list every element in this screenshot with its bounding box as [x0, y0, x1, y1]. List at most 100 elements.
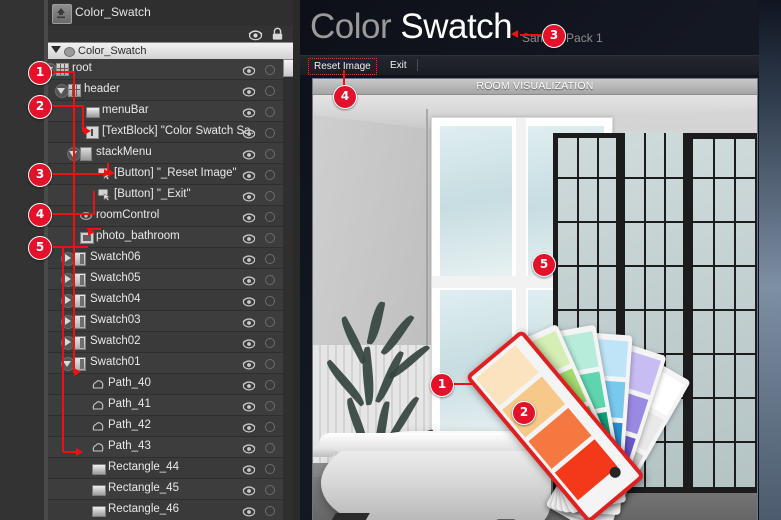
callout-marker-2: 2 [512, 401, 536, 425]
tree-row[interactable]: Path_41 [48, 395, 283, 416]
upload-icon[interactable] [52, 4, 72, 24]
eye-icon[interactable] [242, 420, 256, 438]
tree-row[interactable]: Swatch04 [48, 290, 283, 311]
callout-leader-line [50, 213, 94, 215]
lock-toggle-icon[interactable] [265, 170, 275, 180]
lock-toggle-icon[interactable] [265, 191, 275, 201]
lock-toggle-icon[interactable] [265, 443, 275, 453]
lock-toggle-icon[interactable] [265, 359, 275, 369]
lock-toggle-icon[interactable] [265, 380, 275, 390]
path-icon [92, 399, 104, 411]
lock-toggle-icon[interactable] [265, 86, 275, 96]
callout-leader-line [50, 71, 74, 73]
eye-icon[interactable] [242, 462, 256, 480]
tree-row[interactable]: photo_bathroom [48, 227, 283, 248]
eye-icon[interactable] [242, 252, 256, 270]
grid-icon [56, 63, 69, 76]
page-title-part2: Swatch [400, 7, 513, 46]
eye-icon[interactable] [242, 105, 256, 123]
eye-icon[interactable] [242, 378, 256, 396]
panel-divider[interactable] [293, 0, 300, 520]
tree-row[interactable]: Swatch05 [48, 269, 283, 290]
eye-icon[interactable] [242, 63, 256, 81]
eye-icon[interactable] [242, 210, 256, 228]
eye-icon[interactable] [242, 336, 256, 354]
window-glass-upper-left [440, 126, 512, 276]
eye-icon[interactable] [242, 294, 256, 312]
lock-toggle-icon[interactable] [265, 65, 275, 75]
eye-icon[interactable] [242, 273, 256, 291]
lock-toggle-icon[interactable] [265, 506, 275, 516]
tree-row-label: [TextBlock] "Color Swatch Sa. [102, 125, 254, 137]
eye-icon[interactable] [242, 399, 256, 417]
lock-toggle-icon[interactable] [265, 212, 275, 222]
tree-twisty-open[interactable] [55, 84, 69, 98]
tree-row[interactable]: Swatch02 [48, 332, 283, 353]
callout-leader-line [452, 383, 474, 385]
tree-row-label: menuBar [102, 104, 149, 116]
eye-icon[interactable] [242, 441, 256, 459]
triangle-down-icon[interactable] [51, 46, 61, 53]
tree-row[interactable]: Path_43 [48, 437, 283, 458]
tree-row[interactable]: Swatch03 [48, 311, 283, 332]
tree-row[interactable]: Path_42 [48, 416, 283, 437]
tree-row-label: Rectangle_44 [108, 461, 179, 473]
tree-row-label: stackMenu [96, 146, 152, 158]
exit-button[interactable]: Exit [385, 58, 412, 73]
tree-titlebar: Color_Swatch [48, 0, 293, 27]
tree-row[interactable]: Rectangle_45 [48, 479, 283, 500]
tree-row[interactable]: header [48, 80, 283, 101]
path-icon [92, 378, 104, 390]
lock-toggle-icon[interactable] [265, 338, 275, 348]
lock-toggle-icon[interactable] [265, 485, 275, 495]
tree-row[interactable]: Path_40 [48, 374, 283, 395]
menu-separator [417, 59, 418, 71]
eye-icon[interactable] [242, 357, 256, 375]
lock-toggle-icon[interactable] [265, 149, 275, 159]
callout-marker-3: 3 [28, 163, 52, 187]
eye-icon[interactable] [242, 483, 256, 501]
eye-icon[interactable] [242, 168, 256, 186]
bathroom-photo[interactable] [313, 95, 757, 520]
lock-toggle-icon[interactable] [265, 401, 275, 411]
callout-marker-4: 4 [333, 85, 357, 109]
tree-row[interactable]: [Button] "_Exit" [48, 185, 283, 206]
lock-toggle-icon[interactable] [265, 317, 275, 327]
lock-toggle-icon[interactable] [265, 275, 275, 285]
tree-row-label: Swatch05 [90, 272, 141, 284]
lock-toggle-icon[interactable] [265, 296, 275, 306]
callout-arrowhead [104, 169, 111, 177]
eye-icon[interactable] [242, 504, 256, 520]
tree-row[interactable]: Swatch01 [48, 353, 283, 374]
tree-row-label: Rectangle_45 [108, 482, 179, 494]
lock-toggle-icon[interactable] [265, 107, 275, 117]
photo-faucet [313, 447, 335, 457]
swatch-icon [74, 294, 86, 308]
tree-row[interactable]: Rectangle_44 [48, 458, 283, 479]
breadcrumb-label: Color_Swatch [78, 45, 147, 57]
breadcrumb[interactable]: Color_Swatch [48, 42, 293, 59]
callout-marker-3: 3 [542, 24, 566, 48]
lock-toggle-icon[interactable] [265, 128, 275, 138]
eye-icon[interactable] [242, 147, 256, 165]
lock-toggle-icon[interactable] [265, 233, 275, 243]
lock-toggle-icon[interactable] [265, 422, 275, 432]
eye-icon[interactable] [242, 189, 256, 207]
tree-row[interactable]: roomControl [48, 206, 283, 227]
tree-row[interactable]: Rectangle_46 [48, 500, 283, 520]
rect-icon [92, 462, 106, 475]
tree-row[interactable]: stackMenu [48, 143, 283, 164]
tree-scrollbar[interactable] [283, 59, 295, 520]
lock-toggle-icon[interactable] [265, 464, 275, 474]
eye-icon[interactable] [242, 315, 256, 333]
eye-icon[interactable] [242, 84, 256, 102]
eye-icon[interactable] [242, 231, 256, 249]
color-swatch-fan[interactable] [431, 290, 757, 520]
tree-row-label: Path_43 [108, 440, 151, 452]
callout-leader-line [50, 173, 108, 175]
lock-toggle-icon[interactable] [265, 254, 275, 264]
tree-row[interactable]: root [48, 59, 283, 80]
tree-row[interactable]: Swatch06 [48, 248, 283, 269]
eye-icon[interactable] [242, 126, 256, 144]
visualization-header: ROOM VISUALIZATION [313, 79, 757, 95]
